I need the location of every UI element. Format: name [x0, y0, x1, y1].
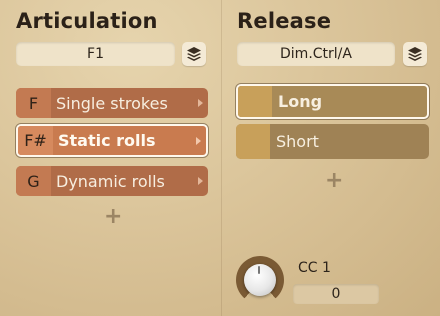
articulation-label: Dynamic rolls: [56, 171, 165, 191]
release-label: Short: [276, 132, 319, 151]
articulation-key: F#: [18, 126, 53, 155]
release-layers-button[interactable]: [403, 42, 427, 66]
release-item-long[interactable]: Long: [236, 84, 429, 119]
release-item-short[interactable]: Short: [236, 124, 429, 159]
articulation-key: G: [16, 166, 51, 196]
cc-value-field[interactable]: 0: [293, 284, 379, 304]
articulation-key: F: [16, 88, 51, 118]
chevron-right-icon: [192, 166, 208, 196]
release-swatch: [236, 124, 270, 159]
release-title: Release: [237, 9, 332, 33]
cc-knob[interactable]: [244, 264, 276, 296]
articulation-label: Single strokes: [56, 93, 168, 113]
cc-label: CC 1: [298, 260, 331, 276]
add-release-button[interactable]: +: [325, 170, 343, 192]
release-selector[interactable]: Dim.Ctrl/A: [237, 42, 395, 66]
layers-icon: [187, 47, 201, 61]
articulation-selector[interactable]: F1: [16, 42, 175, 66]
layers-icon: [408, 47, 422, 61]
articulation-item-single-strokes[interactable]: F Single strokes: [16, 88, 208, 118]
release-swatch: [238, 86, 272, 117]
cc-knob-indicator: [258, 266, 260, 274]
add-articulation-button[interactable]: +: [104, 206, 122, 228]
panel-divider: [221, 0, 222, 316]
chevron-right-icon: [190, 126, 206, 155]
articulation-item-dynamic-rolls[interactable]: G Dynamic rolls: [16, 166, 208, 196]
articulation-item-static-rolls[interactable]: F# Static rolls: [16, 124, 208, 157]
chevron-right-icon: [192, 88, 208, 118]
articulation-label: Static rolls: [58, 131, 156, 150]
release-label: Long: [278, 92, 323, 111]
articulation-layers-button[interactable]: [182, 42, 206, 66]
articulation-title: Articulation: [16, 9, 158, 33]
